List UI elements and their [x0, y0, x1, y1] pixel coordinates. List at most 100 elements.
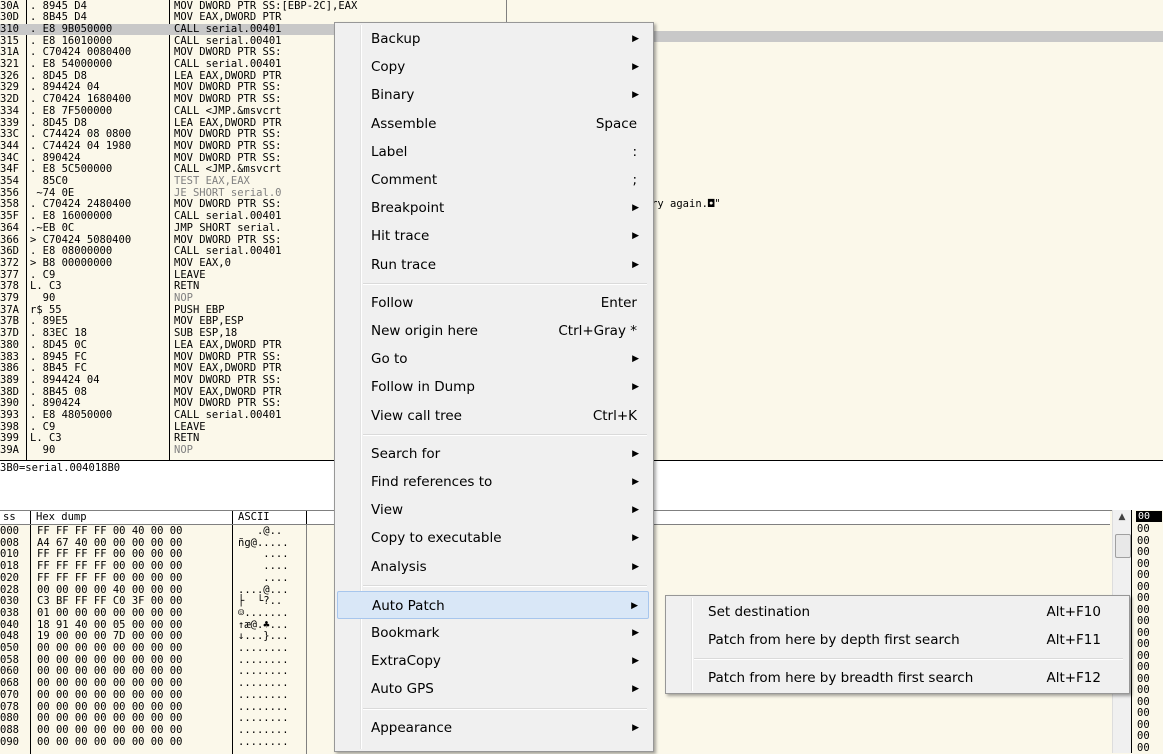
- triangle-up-icon[interactable]: ▲: [1113, 512, 1131, 528]
- menu-item-go-to[interactable]: Go to ▶: [337, 345, 649, 373]
- row-address: 399: [0, 432, 19, 445]
- stack-row[interactable]: 00: [1137, 581, 1150, 593]
- menu-item-assemble[interactable]: Assemble Space: [337, 110, 649, 138]
- menu-item-label: New origin here: [371, 323, 478, 339]
- row-instruction: MOV DWORD PTR SS:: [174, 373, 282, 386]
- menu-item-follow-in-dump[interactable]: Follow in Dump ▶: [337, 373, 649, 401]
- dump-row[interactable]: 058 00 00 00 00 00 00 00 00........: [0, 654, 306, 666]
- row-address: 356: [0, 186, 19, 199]
- menu-item-comment[interactable]: Comment;: [337, 166, 649, 194]
- dump-row[interactable]: 060 00 00 00 00 00 00 00 00........: [0, 666, 306, 677]
- stack-row[interactable]: 00: [1137, 650, 1150, 662]
- row-address: 358: [0, 198, 19, 211]
- row-instruction: MOV DWORD PTR SS:: [174, 139, 282, 152]
- stack-row[interactable]: 00: [1137, 524, 1150, 535]
- stack-row[interactable]: 00: [1137, 616, 1150, 627]
- dump-row[interactable]: 068 00 00 00 00 00 00 00 00........: [0, 678, 306, 689]
- menu-item-label[interactable]: Label:: [337, 138, 649, 166]
- menu-item-set-destination[interactable]: Set destination Alt+F10: [668, 598, 1125, 626]
- menu-item-view-call-tree[interactable]: View call tree Ctrl+K: [337, 402, 649, 430]
- dump-row-ascii: ....: [238, 548, 289, 561]
- row-address: 334: [0, 104, 19, 117]
- row-address: 339: [0, 116, 19, 129]
- menu-item-copy-to-executable[interactable]: Copy to executable ▶: [337, 524, 649, 552]
- stack-row[interactable]: 00: [1137, 731, 1150, 742]
- dump-row[interactable]: 038 01 00 00 00 00 00 00 00 ☺.......: [0, 608, 306, 619]
- menu-item-new-origin-here[interactable]: New origin here Ctrl+Gray *: [337, 317, 649, 345]
- menu-item-copy[interactable]: Copy ▶: [337, 53, 649, 81]
- row-instruction: CALL <JMP.&msvcrt: [174, 163, 282, 176]
- dump-row[interactable]: 078 00 00 00 00 00 00 00 00........: [0, 701, 306, 713]
- dump-row[interactable]: 018 FF FF FF FF 00 00 00 00 ....: [0, 561, 306, 572]
- menu-item-binary[interactable]: Binary ▶: [337, 81, 649, 109]
- menu-item-bookmark[interactable]: Bookmark ▶: [337, 619, 649, 647]
- dump-row[interactable]: 028 00 00 00 00 40 00 00 00 ....@...: [0, 584, 306, 596]
- menu-item-extracopy[interactable]: ExtraCopy ▶: [337, 647, 649, 675]
- row-address: 39A: [0, 444, 19, 457]
- menu-item-backup[interactable]: Backup ▶: [337, 25, 649, 53]
- row-instruction: CALL serial.00401: [174, 245, 282, 258]
- row-hex-bytes: . 894424 04: [30, 81, 100, 94]
- menu-item-patch-from-here-by-depth-first-search[interactable]: Patch from here by depth first search Alt…: [668, 626, 1125, 654]
- menu-separator: [363, 707, 647, 710]
- menu-item-patch-from-here-by-breadth-first-search[interactable]: Patch from here by breadth first search A…: [668, 664, 1125, 692]
- dump-row[interactable]: 080 00 00 00 00 00 00 00 00........: [0, 713, 306, 724]
- dump-row[interactable]: 050 00 00 00 00 00 00 00 00........: [0, 643, 306, 654]
- scrollbar-thumb[interactable]: [1115, 534, 1131, 558]
- menu-item-find-references-to[interactable]: Find references to ▶: [337, 468, 649, 496]
- row-instruction: JE SHORT serial.0: [174, 186, 282, 199]
- dump-row[interactable]: 010 FF FF FF FF 00 00 00 00 ....: [0, 549, 306, 560]
- stack-row[interactable]: 00: [1137, 604, 1150, 616]
- menu-item-hit-trace[interactable]: Hit trace ▶: [337, 222, 649, 250]
- row-address: 37A: [0, 303, 19, 316]
- stack-row[interactable]: 00: [1137, 627, 1150, 639]
- dump-row[interactable]: 008 A4 67 40 00 00 00 00 00 ñg@.....: [0, 537, 306, 549]
- dump-row[interactable]: 020 FF FF FF FF 00 00 00 00 ....: [0, 572, 306, 584]
- menu-item-breakpoint[interactable]: Breakpoint ▶: [337, 194, 649, 222]
- stack-row[interactable]: 00: [1137, 558, 1150, 570]
- row-address: 30A: [0, 0, 19, 12]
- row-hex-bytes: 90: [30, 292, 56, 304]
- row-hex-bytes: . C70424 1680400: [30, 93, 132, 106]
- row-instruction: MOV DWORD PTR SS:: [174, 93, 282, 106]
- dump-row[interactable]: 048 19 00 00 00 7D 00 00 00 ↓...}...: [0, 631, 306, 642]
- dump-row-ascii: ☺.......: [238, 606, 289, 619]
- dump-row[interactable]: 070 00 00 00 00 00 00 00 00........: [0, 689, 306, 701]
- stack-row[interactable]: 00: [1137, 570, 1150, 581]
- menu-item-view[interactable]: View ▶: [337, 496, 649, 524]
- dump-row[interactable]: 090 00 00 00 00 00 00 00 00........: [0, 736, 306, 748]
- stack-row[interactable]: 00: [1137, 593, 1150, 604]
- dump-header-ascii[interactable]: ASCII: [238, 512, 270, 523]
- dump-row-hex: 18 91 40 00 05 00 00 00: [37, 618, 183, 631]
- dump-header-address[interactable]: ss: [3, 512, 16, 523]
- row-address: 326: [0, 69, 19, 82]
- row-address: 393: [0, 409, 19, 421]
- row-instruction: LEAVE: [174, 420, 206, 433]
- dump-row[interactable]: 040 18 91 40 00 05 00 00 00 ↑æ@.♣...: [0, 618, 306, 631]
- stack-row[interactable]: 00: [1137, 742, 1150, 754]
- row-instruction: MOV EAX,DWORD PTR: [174, 362, 282, 375]
- menu-item-analysis[interactable]: Analysis ▶: [337, 553, 649, 581]
- dump-header-hex[interactable]: Hex dump: [36, 512, 87, 523]
- stack-row[interactable]: 00: [1137, 547, 1150, 558]
- menu-item-auto-patch[interactable]: Auto Patch ▶: [337, 590, 649, 619]
- menu-item-auto-gps[interactable]: Auto GPS ▶: [337, 675, 649, 703]
- menu-item-run-trace[interactable]: Run trace ▶: [337, 251, 649, 279]
- stack-row[interactable]: 00: [1137, 535, 1150, 547]
- stack-row[interactable]: 00: [1137, 719, 1150, 731]
- stack-row[interactable]: 00: [1137, 685, 1150, 696]
- stack-row[interactable]: 00: [1137, 639, 1150, 650]
- stack-row[interactable]: 00: [1137, 673, 1150, 685]
- dump-row[interactable]: 030 C3 BF FF FF C0 3F 00 00 ├ └?..: [0, 596, 306, 607]
- disassembly-row[interactable]: 30A . 8945 D4 MOV DWORD PTR SS:[EBP-2C],EA…: [0, 0, 507, 12]
- dump-row[interactable]: 000 FF FF FF FF 00 40 00 00 .@..: [0, 526, 306, 537]
- menu-item-follow[interactable]: Follow Enter: [337, 289, 649, 317]
- stack-row[interactable]: 00: [1137, 696, 1150, 708]
- stack-pane[interactable]: 00 00 00 00 00 00 00 00 00 00 00 00 00 00 00 00 00 00 00 0…: [1131, 510, 1163, 753]
- menu-item-appearance[interactable]: Appearance ▶: [337, 714, 649, 742]
- menu-item-search-for[interactable]: Search for ▶: [337, 440, 649, 468]
- triangle-right-icon: ▶: [632, 684, 639, 695]
- stack-row[interactable]: 00: [1137, 662, 1150, 673]
- dump-row[interactable]: 088 00 00 00 00 00 00 00 00........: [0, 725, 306, 736]
- stack-row[interactable]: 00: [1137, 708, 1150, 719]
